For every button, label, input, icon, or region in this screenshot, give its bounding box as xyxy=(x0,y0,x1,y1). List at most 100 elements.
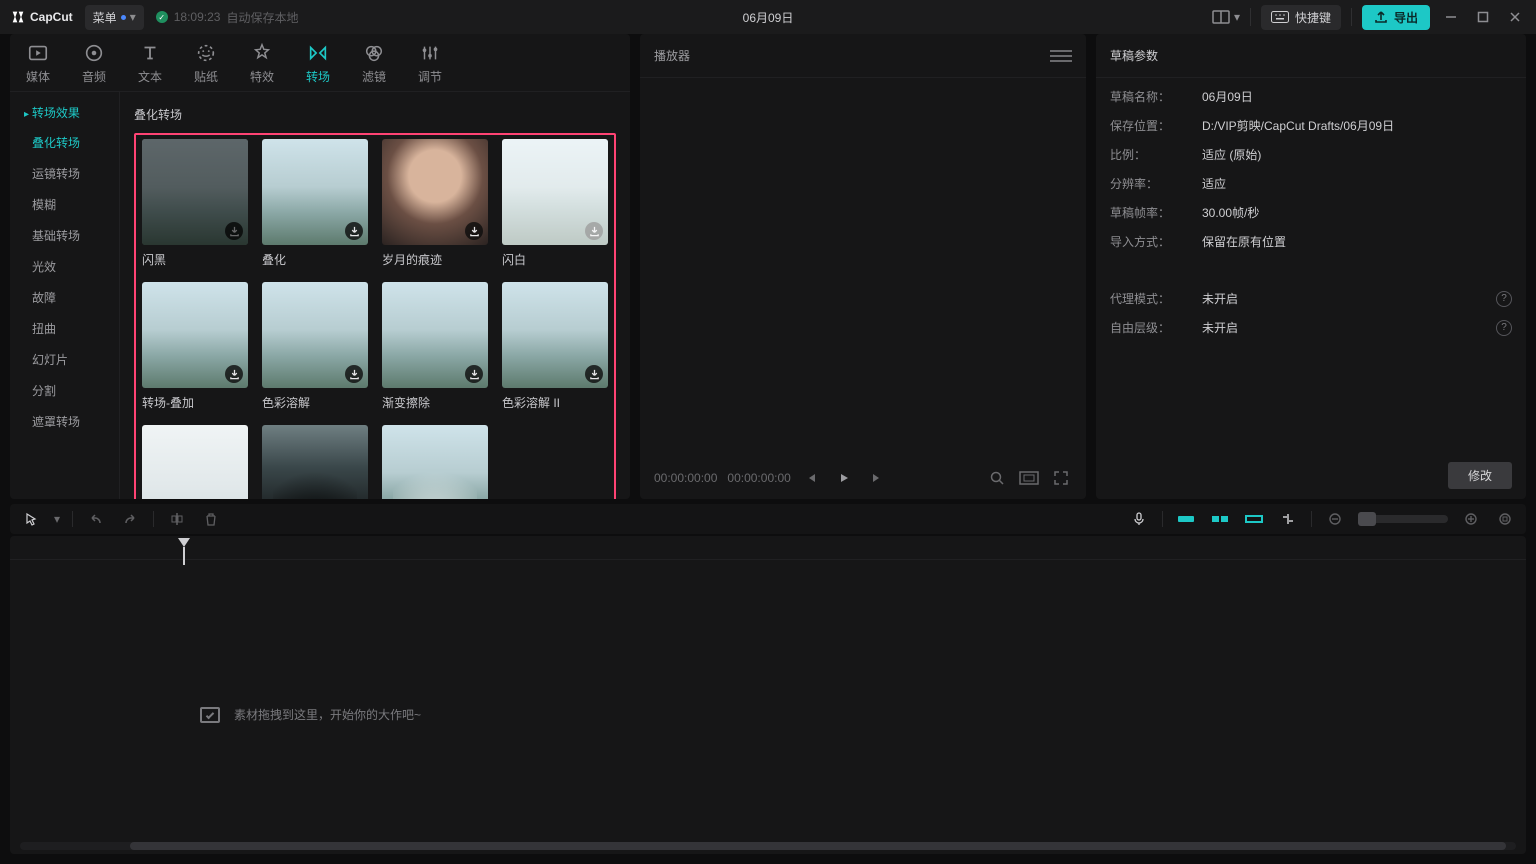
param-row: 代理模式：未开启? xyxy=(1110,290,1512,307)
sidebar-group[interactable]: 转场效果 xyxy=(10,98,119,127)
transition-card-black-smoke[interactable]: 黑色烟雾 xyxy=(262,425,368,499)
next-frame-button[interactable] xyxy=(865,467,887,489)
sidebar-item-blur[interactable]: 模糊 xyxy=(10,189,119,220)
track-main-toggle[interactable] xyxy=(1175,508,1197,530)
info-icon[interactable]: ? xyxy=(1496,320,1512,336)
sidebar-item-distort[interactable]: 扭曲 xyxy=(10,313,119,344)
param-row: 比例：适应 (原始) xyxy=(1110,146,1512,163)
download-icon[interactable] xyxy=(585,222,603,240)
ratio-display-button[interactable] xyxy=(1018,467,1040,489)
topnav-media[interactable]: 媒体 xyxy=(10,34,66,91)
logo-icon xyxy=(10,9,26,25)
text-icon xyxy=(139,42,161,64)
track-link-toggle[interactable] xyxy=(1243,508,1265,530)
redo-button[interactable] xyxy=(119,508,141,530)
topnav-adjust[interactable]: 调节 xyxy=(402,34,458,91)
transition-thumb xyxy=(382,139,488,245)
export-button[interactable]: 导出 xyxy=(1362,5,1430,30)
effect-icon xyxy=(251,42,273,64)
zoom-reset-button[interactable] xyxy=(986,467,1008,489)
asset-topnav: 媒体音频文本贴纸特效转场滤镜调节 xyxy=(10,34,630,92)
topnav-filter[interactable]: 滤镜 xyxy=(346,34,402,91)
play-button[interactable] xyxy=(833,467,855,489)
mic-button[interactable] xyxy=(1128,508,1150,530)
sidebar-item-mask[interactable]: 遮罩转场 xyxy=(10,406,119,437)
fullscreen-button[interactable] xyxy=(1050,467,1072,489)
download-icon[interactable] xyxy=(225,365,243,383)
playhead[interactable] xyxy=(178,538,190,547)
time-current: 00:00:00:00 xyxy=(654,471,717,485)
download-icon[interactable] xyxy=(225,222,243,240)
window-close[interactable] xyxy=(1504,6,1526,28)
player-viewport xyxy=(640,78,1086,457)
split-button[interactable] xyxy=(166,508,188,530)
sidebar-item-split[interactable]: 分割 xyxy=(10,375,119,406)
aspect-button[interactable]: ▾ xyxy=(1212,10,1240,24)
hotkey-button[interactable]: 快捷键 xyxy=(1261,5,1341,30)
sidebar-item-glitch[interactable]: 故障 xyxy=(10,282,119,313)
zoom-in-button[interactable] xyxy=(1460,508,1482,530)
track-preview-toggle[interactable] xyxy=(1277,508,1299,530)
pointer-tool[interactable] xyxy=(20,508,42,530)
delete-button[interactable] xyxy=(200,508,222,530)
hamburger-icon[interactable] xyxy=(1050,45,1072,67)
transition-thumb xyxy=(262,282,368,388)
param-row: 分辨率：适应 xyxy=(1110,175,1512,192)
transition-thumb xyxy=(382,425,488,499)
transition-card-color-dis3[interactable]: 色彩溶解 III xyxy=(142,425,248,499)
topnav-transition[interactable]: 转场 xyxy=(290,34,346,91)
chevron-down-icon[interactable]: ▾ xyxy=(54,512,60,526)
zoom-slider[interactable] xyxy=(1358,515,1448,523)
download-icon[interactable] xyxy=(465,222,483,240)
track-magnet-toggle[interactable] xyxy=(1209,508,1231,530)
transition-card-trans-add[interactable]: 转场-叠加 xyxy=(142,282,248,411)
transition-card-dissolve[interactable]: 叠化 xyxy=(262,139,368,268)
time-ruler[interactable] xyxy=(10,536,1526,560)
topnav-text[interactable]: 文本 xyxy=(122,34,178,91)
param-row: 保存位置：D:/VIP剪映/CapCut Drafts/06月09日 xyxy=(1110,117,1512,134)
download-icon[interactable] xyxy=(585,365,603,383)
transition-thumb xyxy=(502,282,608,388)
sidebar-item-light[interactable]: 光效 xyxy=(10,251,119,282)
sidebar-item-slide[interactable]: 幻灯片 xyxy=(10,344,119,375)
menu-button[interactable]: 菜单 ▾ xyxy=(85,5,144,30)
transition-thumb xyxy=(142,282,248,388)
prev-frame-button[interactable] xyxy=(801,467,823,489)
topnav-sticker[interactable]: 贴纸 xyxy=(178,34,234,91)
window-minimize[interactable] xyxy=(1440,6,1462,28)
modify-button[interactable]: 修改 xyxy=(1448,462,1512,489)
transition-thumb xyxy=(142,139,248,245)
autosave-status: ✓ 18:09:23 自动保存本地 xyxy=(156,9,299,26)
topnav-audio[interactable]: 音频 xyxy=(66,34,122,91)
info-icon[interactable]: ? xyxy=(1496,291,1512,307)
player-panel: 播放器 00:00:00:00 00:00:00:00 xyxy=(640,34,1086,499)
transition-card-years[interactable]: 岁月的痕迹 xyxy=(382,139,488,268)
sidebar-item-basic[interactable]: 基础转场 xyxy=(10,220,119,251)
highlighted-grid: 闪黑叠化岁月的痕迹闪白转场-叠加色彩溶解渐变擦除色彩溶解 II 色彩溶解 III黑… xyxy=(134,133,616,499)
transition-thumb xyxy=(262,425,368,499)
transition-card-grad-wipe[interactable]: 渐变擦除 xyxy=(382,282,488,411)
transition-card-white-smoke[interactable]: 白色烟雾 xyxy=(382,425,488,499)
download-icon[interactable] xyxy=(465,365,483,383)
zoom-fit-button[interactable] xyxy=(1494,508,1516,530)
timeline-scrollbar[interactable] xyxy=(20,842,1516,850)
sidebar-item-camera[interactable]: 运镜转场 xyxy=(10,158,119,189)
param-row: 自由层级：未开启? xyxy=(1110,319,1512,336)
player-controls: 00:00:00:00 00:00:00:00 xyxy=(640,457,1086,499)
transition-label: 闪黑 xyxy=(142,251,248,268)
download-icon[interactable] xyxy=(345,365,363,383)
sidebar-item-dissolve[interactable]: 叠化转场 xyxy=(10,127,119,158)
undo-button[interactable] xyxy=(85,508,107,530)
param-row: 导入方式：保留在原有位置 xyxy=(1110,233,1512,250)
transition-card-flash-white[interactable]: 闪白 xyxy=(502,139,608,268)
transition-card-flash-black[interactable]: 闪黑 xyxy=(142,139,248,268)
zoom-out-button[interactable] xyxy=(1324,508,1346,530)
section-title: 叠化转场 xyxy=(134,106,616,123)
topnav-effect[interactable]: 特效 xyxy=(234,34,290,91)
export-icon xyxy=(1374,10,1388,24)
params-title: 草稿参数 xyxy=(1096,34,1526,78)
transition-card-color-dis2[interactable]: 色彩溶解 II xyxy=(502,282,608,411)
transition-card-color-dis[interactable]: 色彩溶解 xyxy=(262,282,368,411)
window-maximize[interactable] xyxy=(1472,6,1494,28)
download-icon[interactable] xyxy=(345,222,363,240)
